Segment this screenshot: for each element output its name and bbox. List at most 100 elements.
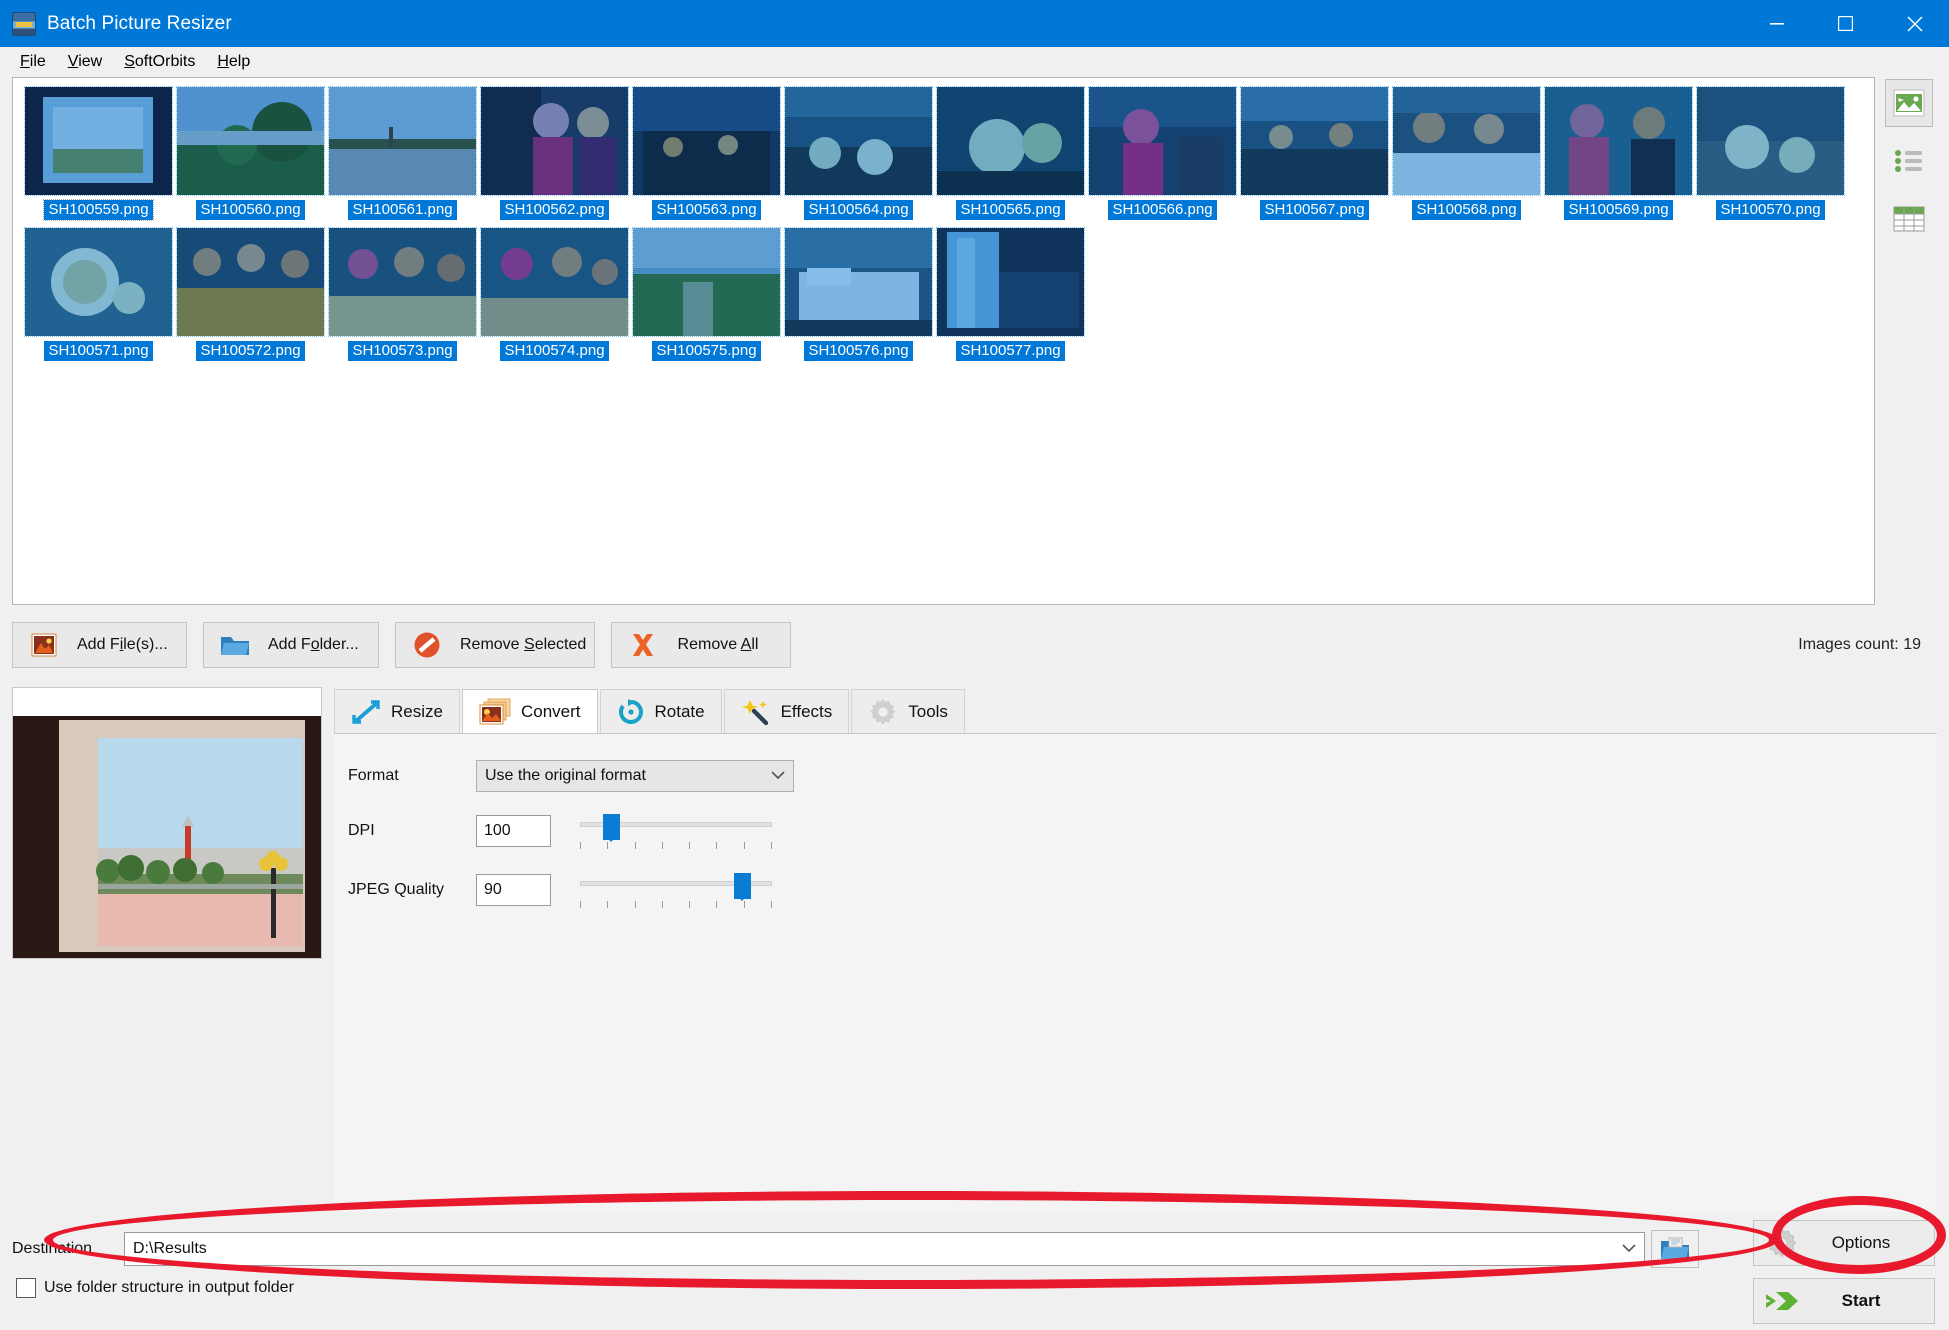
remove-selected-button[interactable]: Remove Selected xyxy=(395,622,595,668)
tab-strip: Resize Convert Rotate Effects Tools xyxy=(334,687,1937,734)
thumbnail-image[interactable] xyxy=(784,227,933,337)
convert-tab-panel: Format Use the original format DPI 100 J… xyxy=(334,734,1937,1212)
thumbnail-item[interactable]: SH100574.png xyxy=(479,227,630,361)
thumbnail-item[interactable]: SH100565.png xyxy=(935,86,1086,220)
thumbnail-image[interactable] xyxy=(1240,86,1389,196)
menu-bar: File View SoftOrbits Help xyxy=(0,47,1949,77)
jpeg-quality-input[interactable]: 90 xyxy=(476,874,551,906)
thumbnail-item[interactable]: SH100577.png xyxy=(935,227,1086,361)
thumbnail-item[interactable]: SH100563.png xyxy=(631,86,782,220)
resize-arrows-icon xyxy=(351,699,381,725)
thumbnail-image[interactable] xyxy=(1088,86,1237,196)
menu-item-softorbits[interactable]: SoftOrbits xyxy=(113,50,206,74)
jpeg-quality-row: JPEG Quality 90 xyxy=(348,870,1937,910)
tab-resize[interactable]: Resize xyxy=(334,689,460,733)
use-folder-structure-row[interactable]: Use folder structure in output folder xyxy=(16,1278,294,1298)
remove-selected-label: Remove Selected xyxy=(460,636,587,653)
close-icon[interactable] xyxy=(1880,0,1949,47)
add-folder-button[interactable]: Add Folder... xyxy=(203,622,379,668)
tab-rotate[interactable]: Rotate xyxy=(599,689,722,733)
thumbnail-item[interactable]: SH100570.png xyxy=(1695,86,1846,220)
menu-item-view[interactable]: View xyxy=(57,50,113,74)
options-button[interactable]: Options xyxy=(1753,1220,1935,1266)
thumbnail-item[interactable]: SH100573.png xyxy=(327,227,478,361)
thumbnail-item[interactable]: SH100559.png xyxy=(23,86,174,221)
thumbnail-label: SH100573.png xyxy=(348,341,457,361)
x-cross-icon xyxy=(626,631,660,659)
thumbnail-label: SH100566.png xyxy=(1108,200,1217,220)
thumbnail-item[interactable]: SH100571.png xyxy=(23,227,174,361)
thumbnail-item[interactable]: SH100568.png xyxy=(1391,86,1542,220)
destination-combobox[interactable]: D:\Results xyxy=(124,1232,1645,1266)
thumbnail-image[interactable] xyxy=(632,86,781,196)
thumbnail-label: SH100559.png xyxy=(43,199,154,221)
thumbnail-image[interactable] xyxy=(632,227,781,337)
minimize-icon[interactable] xyxy=(1742,0,1811,47)
menu-item-file[interactable]: File xyxy=(9,50,57,74)
format-label: Format xyxy=(348,767,399,784)
format-select[interactable]: Use the original format xyxy=(476,760,794,792)
thumbnail-image[interactable] xyxy=(784,86,933,196)
menu-item-help[interactable]: Help xyxy=(206,50,261,74)
lower-pane: Resize Convert Rotate Effects Tools Format U… xyxy=(0,671,1949,1212)
thumbnail-image[interactable] xyxy=(328,227,477,337)
thumbnail-label: SH100564.png xyxy=(804,200,913,220)
jpeg-quality-slider[interactable] xyxy=(580,870,772,910)
footer-bar: Destination D:\Results Use folder struct… xyxy=(0,1212,1949,1330)
thumbnail-item[interactable]: SH100575.png xyxy=(631,227,782,361)
thumbnail-item[interactable]: SH100576.png xyxy=(783,227,934,361)
gear-icon xyxy=(1754,1227,1810,1259)
thumbnail-image[interactable] xyxy=(936,227,1085,337)
folder-icon xyxy=(218,633,252,657)
thumbnail-label: SH100575.png xyxy=(652,341,761,361)
thumbnail-label: SH100569.png xyxy=(1564,200,1673,220)
thumbnail-image[interactable] xyxy=(480,227,629,337)
thumbnail-item[interactable]: SH100560.png xyxy=(175,86,326,220)
list-view-icon[interactable] xyxy=(1885,137,1933,185)
file-list-row: SH100559.png SH100560.png SH100561.png S… xyxy=(0,77,1949,605)
browse-folder-button[interactable] xyxy=(1651,1230,1699,1268)
thumbnail-image[interactable] xyxy=(1544,86,1693,196)
thumbnail-image[interactable] xyxy=(328,86,477,196)
destination-row: Destination D:\Results xyxy=(12,1230,1699,1268)
add-files-button[interactable]: Add File(s)... xyxy=(12,622,187,668)
thumbnail-item[interactable]: SH100566.png xyxy=(1087,86,1238,220)
thumbnail-image[interactable] xyxy=(1392,86,1541,196)
thumbnail-image[interactable] xyxy=(1696,86,1845,196)
thumbnail-image[interactable] xyxy=(480,86,629,196)
remove-all-button[interactable]: Remove All xyxy=(611,622,791,668)
thumbnail-image[interactable] xyxy=(24,86,173,196)
thumbnail-label: SH100571.png xyxy=(44,341,153,361)
preview-image xyxy=(13,688,321,958)
dpi-input[interactable]: 100 xyxy=(476,815,551,847)
thumbnail-item[interactable]: SH100567.png xyxy=(1239,86,1390,220)
use-folder-structure-checkbox[interactable] xyxy=(16,1278,36,1298)
thumbnail-label: SH100574.png xyxy=(500,341,609,361)
dpi-slider-thumb[interactable] xyxy=(603,814,620,842)
thumbnail-item[interactable]: SH100562.png xyxy=(479,86,630,220)
tab-label: Resize xyxy=(391,701,443,721)
thumbnail-view-icon[interactable] xyxy=(1885,79,1933,127)
thumbnail-label: SH100560.png xyxy=(196,200,305,220)
thumbnail-label: SH100561.png xyxy=(348,200,457,220)
tab-tools[interactable]: Tools xyxy=(851,689,965,733)
tab-effects[interactable]: Effects xyxy=(723,689,850,733)
thumbnail-item[interactable]: SH100561.png xyxy=(327,86,478,220)
thumbnail-image[interactable] xyxy=(176,227,325,337)
prohibition-icon xyxy=(410,631,444,659)
maximize-icon[interactable] xyxy=(1811,0,1880,47)
tab-convert[interactable]: Convert xyxy=(461,689,598,733)
thumbnail-image[interactable] xyxy=(24,227,173,337)
thumbnail-item[interactable]: SH100569.png xyxy=(1543,86,1694,220)
dpi-slider[interactable] xyxy=(580,811,772,851)
thumbnail-image[interactable] xyxy=(936,86,1085,196)
thumbnail-image[interactable] xyxy=(176,86,325,196)
start-button[interactable]: Start xyxy=(1753,1278,1935,1324)
thumbnail-item[interactable]: SH100572.png xyxy=(175,227,326,361)
jpeg-slider-thumb[interactable] xyxy=(734,873,751,901)
details-view-icon[interactable] xyxy=(1885,195,1933,243)
thumbnail-item[interactable]: SH100564.png xyxy=(783,86,934,220)
jpeg-quality-label: JPEG Quality xyxy=(348,881,445,898)
remove-all-label: Remove All xyxy=(677,636,759,653)
file-list-panel[interactable]: SH100559.png SH100560.png SH100561.png S… xyxy=(12,77,1875,605)
